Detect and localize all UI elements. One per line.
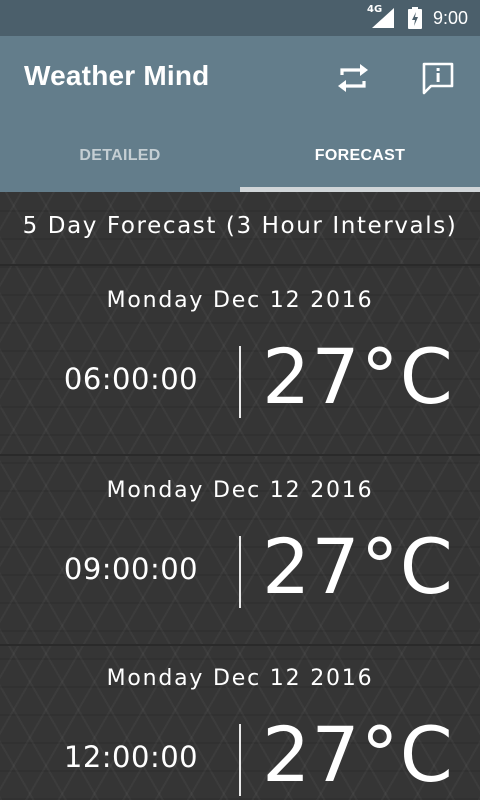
forecast-temperature: 27°C xyxy=(262,522,454,611)
forecast-temperature: 27°C xyxy=(262,710,454,799)
battery-icon xyxy=(408,7,422,29)
info-icon[interactable] xyxy=(420,60,456,96)
forecast-date: Monday Dec 12 2016 xyxy=(106,666,374,691)
forecast-header: 5 Day Forecast (3 Hour Intervals) xyxy=(0,192,480,266)
status-bar: 4G 9:00 xyxy=(0,0,480,36)
forecast-item: Monday Dec 12 2016 12:00:00 27°C xyxy=(0,644,480,800)
forecast-divider xyxy=(239,346,241,418)
forecast-time: 09:00:00 xyxy=(63,552,199,586)
tab-detailed[interactable]: DETAILED xyxy=(0,120,240,192)
forecast-time: 12:00:00 xyxy=(63,740,199,774)
tab-forecast[interactable]: FORECAST xyxy=(240,120,480,192)
forecast-item: Monday Dec 12 2016 09:00:00 27°C xyxy=(0,456,480,646)
forecast-date: Monday Dec 12 2016 xyxy=(106,288,374,313)
app-bar: Weather Mind xyxy=(0,36,480,120)
forecast-date: Monday Dec 12 2016 xyxy=(106,478,374,503)
status-time: 9:00 xyxy=(432,8,468,28)
signal-icon xyxy=(372,8,394,28)
tab-bar: DETAILED FORECAST xyxy=(0,120,480,192)
forecast-temperature: 27°C xyxy=(262,332,454,421)
refresh-icon[interactable] xyxy=(334,60,372,96)
forecast-item: Monday Dec 12 2016 06:00:00 27°C xyxy=(0,266,480,456)
forecast-time: 06:00:00 xyxy=(63,362,199,396)
forecast-divider xyxy=(239,724,241,796)
app-title: Weather Mind xyxy=(24,60,210,91)
forecast-list[interactable]: 5 Day Forecast (3 Hour Intervals) Monday… xyxy=(0,192,480,800)
forecast-divider xyxy=(239,536,241,608)
